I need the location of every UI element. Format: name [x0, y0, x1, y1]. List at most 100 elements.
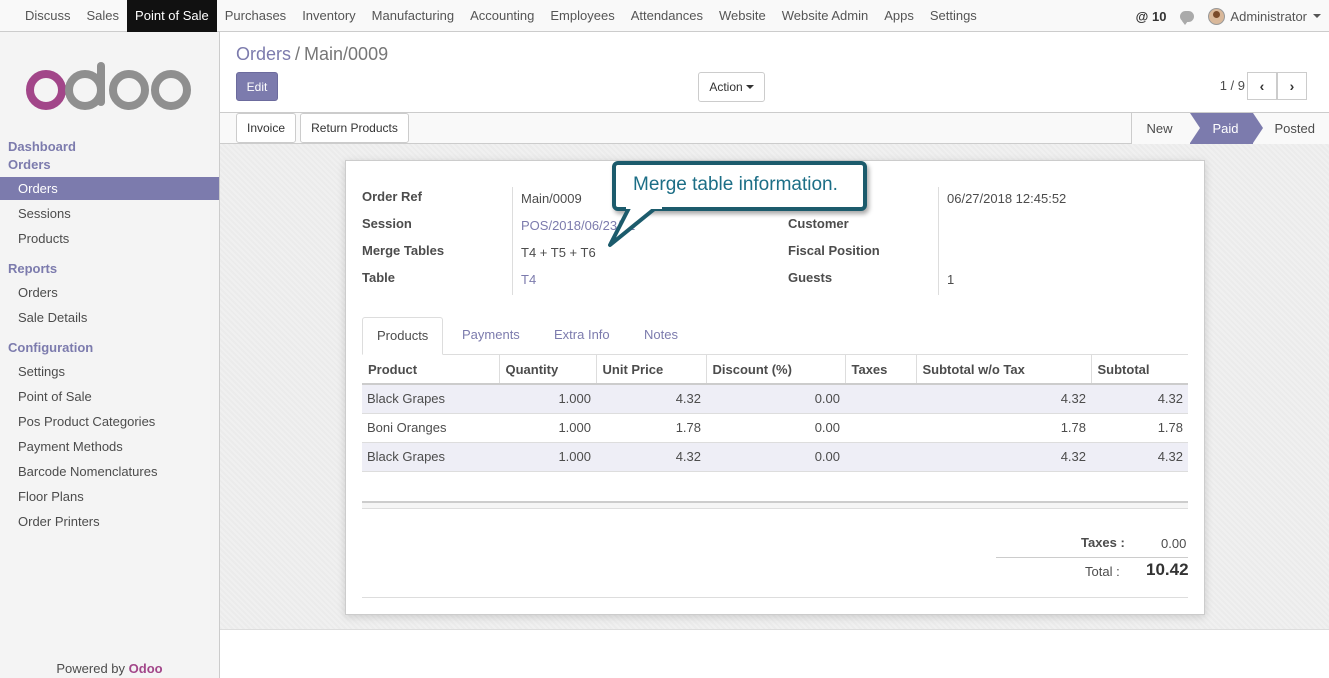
sidebar-item-sale-details[interactable]: Sale Details: [0, 306, 219, 329]
tab-payments[interactable]: Payments: [448, 317, 534, 355]
cell-subtotal: 1.78: [1091, 413, 1188, 443]
taxes-label: Taxes :: [1081, 535, 1125, 550]
menu-employees[interactable]: Employees: [542, 0, 622, 32]
total-label: Total :: [1085, 564, 1120, 579]
menu-inventory[interactable]: Inventory: [294, 0, 363, 32]
order-ref-label: Order Ref: [362, 189, 422, 204]
field-divider: [512, 187, 513, 295]
table-row[interactable]: Boni Oranges 1.000 1.78 0.00 1.78 1.78: [362, 413, 1188, 443]
menu-discuss[interactable]: Discuss: [0, 0, 79, 32]
menu-accounting[interactable]: Accounting: [462, 0, 542, 32]
form-view: Order Ref Main/0009 Session POS/2018/06/…: [220, 144, 1329, 630]
cell-product: Black Grapes: [362, 442, 499, 472]
sidebar-item-products[interactable]: Products: [0, 227, 219, 250]
guests-value: 1: [947, 272, 955, 287]
notifications-button[interactable]: @ 10: [1136, 9, 1167, 24]
sidebar-item-orders[interactable]: Orders: [0, 177, 219, 200]
menu-website[interactable]: Website: [711, 0, 774, 32]
invoice-button[interactable]: Invoice: [236, 113, 296, 143]
cell-product: Boni Oranges: [362, 413, 499, 443]
action-dropdown[interactable]: Action: [698, 72, 765, 102]
column-header-quantity[interactable]: Quantity: [499, 355, 597, 385]
sidebar-item-report-orders[interactable]: Orders: [0, 281, 219, 304]
column-header-product[interactable]: Product: [362, 355, 500, 385]
total-value: 10.42: [1146, 560, 1189, 579]
sidebar-item-settings[interactable]: Settings: [0, 360, 219, 383]
user-menu[interactable]: Administrator: [1208, 7, 1321, 25]
cell-quantity: 1.000: [499, 384, 596, 414]
chevron-down-icon: [1313, 14, 1321, 18]
user-name: Administrator: [1230, 8, 1307, 24]
edit-button[interactable]: Edit: [236, 72, 278, 101]
cell-discount: 0.00: [706, 413, 845, 443]
stage-new[interactable]: New: [1131, 113, 1191, 144]
return-products-button[interactable]: Return Products: [300, 113, 409, 143]
cell-subtotal-wo-tax: 4.32: [916, 384, 1091, 414]
column-header-subtotal-wo-tax[interactable]: Subtotal w/o Tax: [916, 355, 1092, 385]
cell-taxes: [845, 384, 916, 414]
table-row[interactable]: Black Grapes 1.000 4.32 0.00 4.32 4.32: [362, 384, 1188, 414]
tab-products[interactable]: Products: [362, 317, 444, 355]
tab-extra-info[interactable]: Extra Info: [540, 317, 624, 355]
taxes-value: 0.00: [1161, 536, 1187, 551]
chat-button[interactable]: [1180, 10, 1195, 25]
callout-text: Merge table information.: [633, 174, 838, 195]
totals-divider: [996, 557, 1188, 558]
stage-paid[interactable]: Paid: [1190, 113, 1263, 144]
action-label: Action: [709, 80, 743, 94]
sidebar-item-pos-product-categories[interactable]: Pos Product Categories: [0, 410, 219, 433]
stage-posted[interactable]: Posted: [1252, 113, 1329, 144]
column-header-unit-price[interactable]: Unit Price: [596, 355, 707, 385]
table-row[interactable]: Black Grapes 1.000 4.32 0.00 4.32 4.32: [362, 442, 1188, 472]
order-date-value: 06/27/2018 12:45:52: [947, 191, 1067, 206]
session-label: Session: [362, 216, 412, 231]
guests-label: Guests: [788, 270, 833, 285]
sidebar-item-point-of-sale[interactable]: Point of Sale: [0, 385, 219, 408]
control-panel: Orders / Main/0009 Edit Action 1 / 9 ‹ ›: [220, 32, 1329, 113]
table-label: Table: [362, 270, 395, 285]
pager-previous-button[interactable]: ‹: [1247, 72, 1277, 100]
column-header-taxes[interactable]: Taxes: [845, 355, 917, 385]
order-ref-value: Main/0009: [521, 191, 582, 206]
breadcrumb-separator: /: [295, 44, 301, 64]
sidebar-section-dashboard[interactable]: Dashboard: [8, 139, 76, 154]
breadcrumb-orders-link[interactable]: Orders: [236, 44, 291, 64]
column-header-discount[interactable]: Discount (%): [706, 355, 846, 385]
cell-taxes: [845, 442, 916, 472]
sheet-footer-divider: [362, 597, 1188, 598]
cell-discount: 0.00: [706, 384, 845, 414]
menu-point-of-sale[interactable]: Point of Sale: [127, 0, 217, 32]
cell-quantity: 1.000: [499, 442, 596, 472]
table-link[interactable]: T4: [521, 272, 536, 287]
form-sheet: Order Ref Main/0009 Session POS/2018/06/…: [345, 160, 1205, 615]
sidebar-section-configuration: Configuration: [8, 340, 94, 355]
pager-value[interactable]: 1 / 9: [1220, 78, 1245, 93]
cell-unit-price: 1.78: [596, 413, 706, 443]
sidebar-item-barcode-nomenclatures[interactable]: Barcode Nomenclatures: [0, 460, 219, 483]
menu-website-admin[interactable]: Website Admin: [774, 0, 876, 32]
menu-sales[interactable]: Sales: [79, 0, 128, 32]
merge-tables-label: Merge Tables: [362, 243, 445, 258]
tab-notes[interactable]: Notes: [630, 317, 692, 355]
pager-next-button[interactable]: ›: [1277, 72, 1307, 100]
notebook-tabs: Products Payments Extra Info Notes: [362, 317, 1188, 355]
menu-apps[interactable]: Apps: [876, 0, 922, 32]
powered-by-text: Powered by: [56, 661, 126, 676]
column-header-subtotal[interactable]: Subtotal: [1091, 355, 1188, 385]
menu-attendances[interactable]: Attendances: [623, 0, 711, 32]
sidebar-item-floor-plans[interactable]: Floor Plans: [0, 485, 219, 508]
powered-by-brand-link[interactable]: Odoo: [129, 661, 163, 676]
menu-settings[interactable]: Settings: [922, 0, 985, 32]
sidebar-item-payment-methods[interactable]: Payment Methods: [0, 435, 219, 458]
menu-manufacturing[interactable]: Manufacturing: [364, 0, 462, 32]
chat-icon: [1180, 10, 1195, 25]
chevron-right-icon: ›: [1289, 78, 1295, 94]
sidebar-item-order-printers[interactable]: Order Printers: [0, 510, 219, 533]
chevron-left-icon: ‹: [1259, 78, 1265, 94]
fiscal-position-label: Fiscal Position: [788, 243, 880, 258]
callout-pointer: [608, 203, 662, 247]
sidebar-section-orders: Orders: [8, 157, 51, 172]
menu-purchases[interactable]: Purchases: [217, 0, 294, 32]
cell-subtotal: 4.32: [1091, 384, 1188, 414]
sidebar-item-sessions[interactable]: Sessions: [0, 202, 219, 225]
